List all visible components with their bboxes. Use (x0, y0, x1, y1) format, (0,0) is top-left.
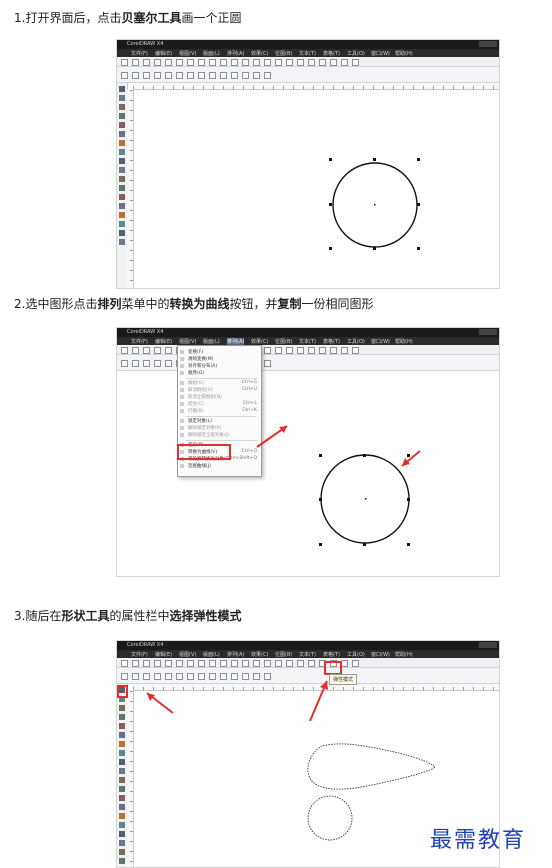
step-text: 菜单中的 (121, 297, 170, 311)
step-text: 一份相同图形 (301, 297, 374, 311)
step-number: 3. (14, 609, 26, 623)
canvas-1 (329, 158, 420, 250)
step-keyword: 复制 (277, 297, 302, 311)
step-text: 的属性栏中 (109, 609, 170, 623)
screenshot-1: CorelDRAW X4 文件(F) 编辑(E) 视图(V) 版面(L) 排列(A) 效果… (116, 39, 500, 289)
step-keyword: 形状工具 (61, 609, 110, 623)
canvas-2 (256, 425, 421, 546)
watermark-logo: 最需教育 (430, 828, 527, 853)
step-number: 1. (14, 11, 26, 25)
step-2-caption: 2.选中图形点击排列菜单中的转换为曲线按钮，并复制一份相同图形 (14, 296, 374, 312)
step-keyword: 转换为曲线 (169, 297, 230, 311)
step-number: 2. (14, 297, 26, 311)
step-3-caption: 3.随后在形状工具的属性栏中选择弹性模式 (14, 608, 242, 624)
screenshot-2: CorelDRAW X4 文件(F) 编辑(E) 视图(V) 版面(L) 排列(A) 效果… (116, 327, 500, 577)
step-text: 随后在 (25, 609, 62, 623)
step-text: 按钮，并 (229, 297, 278, 311)
step-text: 打开界面后，点击 (25, 11, 122, 25)
step-1-caption: 1.打开界面后，点击贝塞尔工具画一个正圆 (14, 10, 242, 26)
step-text: 画一个正圆 (181, 11, 242, 25)
step-keyword: 贝塞尔工具 (121, 11, 182, 25)
step-keyword: 排列 (97, 297, 122, 311)
step-keyword: 选择弹性模式 (169, 609, 242, 623)
selection-handles (329, 158, 420, 250)
dashed-circle-shape (307, 795, 353, 841)
step-text: 选中图形点击 (25, 297, 98, 311)
teardrop-shape (307, 743, 436, 790)
